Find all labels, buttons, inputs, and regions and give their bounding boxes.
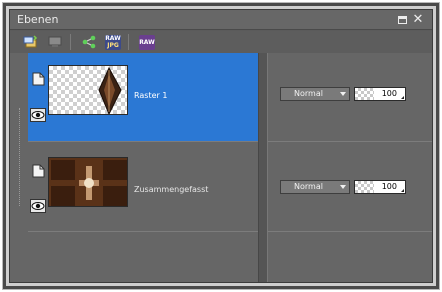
new-layer-icon[interactable] — [22, 34, 40, 50]
layers-list: Raster 1 Normal 100 Zusammengefasst Norm… — [10, 53, 432, 282]
layer-name[interactable]: Zusammengefasst — [134, 185, 208, 194]
layer-thumbnail — [48, 157, 128, 207]
opacity-field[interactable]: 100 — [354, 180, 406, 194]
toolbar-separator — [70, 34, 71, 50]
layer-row-raster-1[interactable]: Raster 1 — [28, 53, 266, 141]
row-divider — [28, 231, 432, 232]
properties-icon[interactable] — [46, 34, 64, 50]
raw-jpg-bottom-label: JPG — [107, 42, 119, 49]
raw-label: RAW — [139, 38, 155, 46]
window-frame: Ebenen ✕ RAW JPG RAW Raster 1 Normal 100… — [2, 2, 440, 290]
raw-jpg-icon[interactable]: RAW JPG — [104, 34, 122, 50]
panel-title: Ebenen — [17, 13, 59, 26]
maximize-icon[interactable] — [396, 14, 408, 26]
layers-panel: Ebenen ✕ RAW JPG RAW Raster 1 Normal 100… — [9, 9, 433, 283]
layer-row-zusammengefasst[interactable]: Zusammengefasst — [28, 153, 266, 241]
opacity-swatch — [355, 181, 374, 193]
link-share-icon[interactable] — [80, 34, 98, 50]
layer-props-raster-1: Normal 100 — [270, 53, 432, 141]
panel-titlebar[interactable]: Ebenen ✕ — [10, 10, 432, 30]
blend-mode-select[interactable]: Normal — [280, 180, 350, 194]
visibility-eye-icon[interactable] — [30, 107, 46, 122]
layer-name[interactable]: Raster 1 — [134, 91, 167, 100]
column-splitter[interactable] — [258, 53, 268, 282]
raw-icon[interactable]: RAW — [138, 34, 156, 50]
resize-corner-icon — [401, 189, 404, 192]
layer-page-icon[interactable] — [32, 163, 45, 178]
blend-mode-value: Normal — [294, 89, 323, 98]
visibility-eye-icon[interactable] — [30, 198, 46, 213]
toolbar-separator — [128, 34, 129, 50]
chevron-down-icon — [340, 185, 346, 189]
layer-page-icon[interactable] — [32, 71, 45, 86]
raw-jpg-top-label: RAW — [105, 35, 121, 42]
chevron-down-icon — [340, 92, 346, 96]
close-icon[interactable]: ✕ — [412, 13, 424, 26]
resize-corner-icon — [401, 96, 404, 99]
group-tree-line — [19, 108, 20, 206]
window-inner: Ebenen ✕ RAW JPG RAW Raster 1 Normal 100… — [6, 6, 436, 286]
layers-toolbar: RAW JPG RAW — [10, 31, 432, 53]
blend-mode-value: Normal — [294, 182, 323, 191]
layer-props-zusammengefasst: Normal 100 — [270, 153, 432, 241]
opacity-field[interactable]: 100 — [354, 87, 406, 101]
row-divider — [28, 141, 432, 142]
blend-mode-select[interactable]: Normal — [280, 87, 350, 101]
layer-thumbnail — [48, 65, 128, 115]
opacity-swatch — [355, 88, 374, 100]
